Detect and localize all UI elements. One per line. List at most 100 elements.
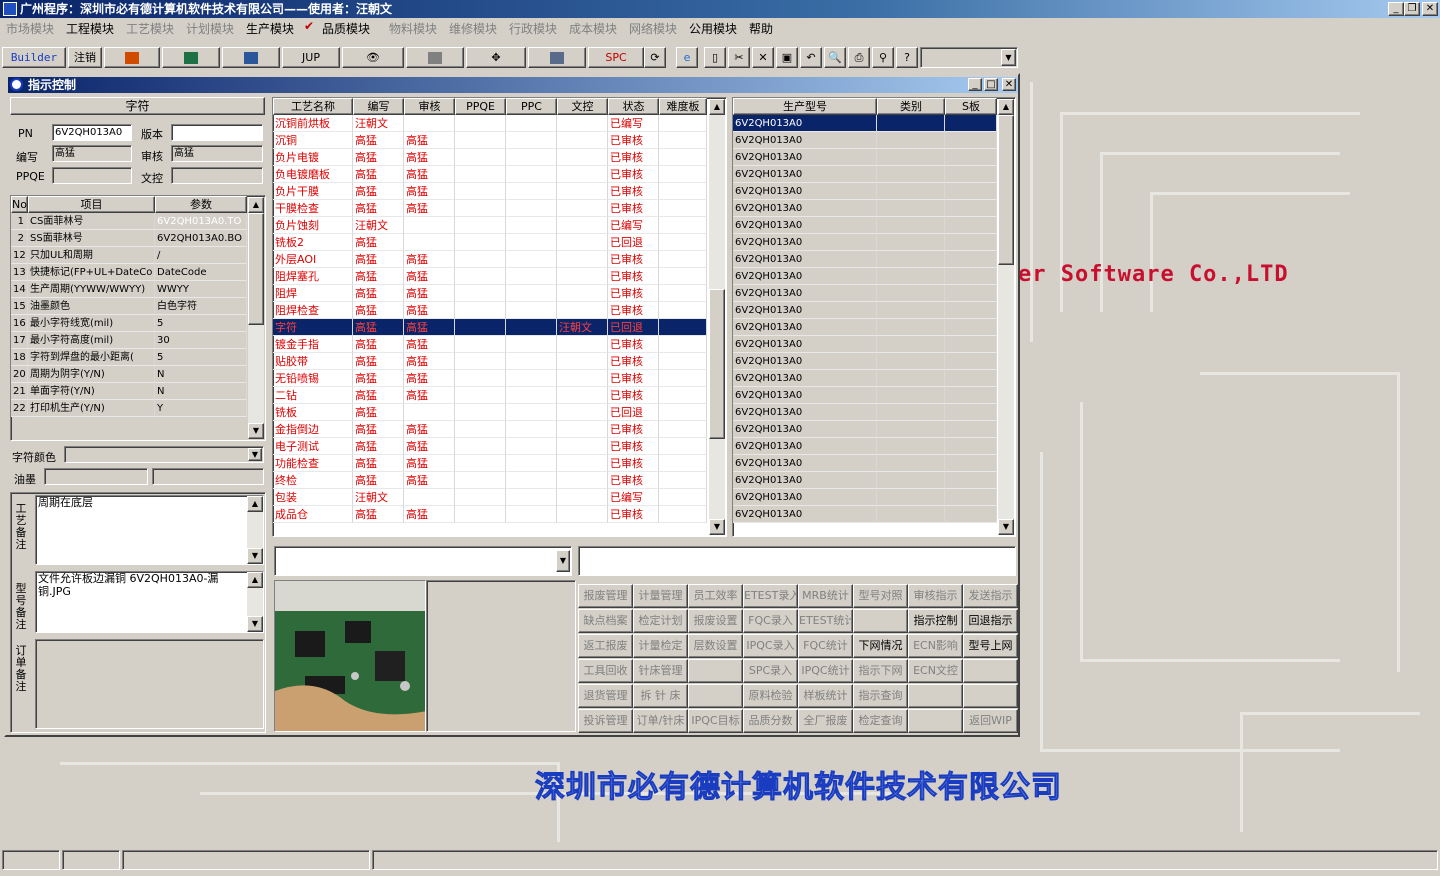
model-cell[interactable]: 6V2QH013A0 (733, 489, 877, 506)
process-cell-doc[interactable] (557, 268, 608, 285)
model-cell-empty[interactable] (945, 387, 997, 404)
function-button[interactable]: 针床管理 (633, 659, 688, 683)
function-button[interactable]: 投诉管理 (578, 709, 633, 733)
process-cell-name[interactable]: 终检 (273, 472, 353, 489)
process-cell[interactable] (455, 200, 506, 217)
process-header[interactable]: PPQE (455, 98, 506, 115)
process-cell-reviewer[interactable] (404, 489, 455, 506)
function-button[interactable]: 指示控制 (908, 609, 963, 633)
process-cell-reviewer[interactable] (404, 115, 455, 132)
model-cell[interactable]: 6V2QH013A0 (733, 183, 877, 200)
cut-button[interactable]: ✂ (728, 47, 750, 68)
model-cell[interactable]: 6V2QH013A0 (733, 149, 877, 166)
model-cell-empty[interactable] (945, 234, 997, 251)
process-cell-doc[interactable] (557, 234, 608, 251)
model-cell[interactable]: 6V2QH013A0 (733, 336, 877, 353)
function-button[interactable]: 原料检验 (743, 684, 798, 708)
model-cell-empty[interactable] (877, 183, 945, 200)
process-cell-name[interactable]: 无铅喷锡 (273, 370, 353, 387)
process-cell-status[interactable]: 已审核 (608, 149, 659, 166)
process-cell-reviewer[interactable]: 高猛 (404, 370, 455, 387)
params-cell-no[interactable]: 21 (11, 383, 28, 400)
process-cell[interactable] (659, 302, 707, 319)
process-cell-status[interactable]: 已审核 (608, 336, 659, 353)
function-button[interactable]: 品质分数 (743, 709, 798, 733)
process-cell-writer[interactable]: 高猛 (353, 183, 404, 200)
process-cell-reviewer[interactable] (404, 404, 455, 421)
function-button[interactable]: 缺点档案 (578, 609, 633, 633)
model-cell[interactable]: 6V2QH013A0 (733, 438, 877, 455)
function-button[interactable]: 审核指示 (908, 584, 963, 608)
model-header[interactable]: S板 (945, 98, 997, 115)
model-cell-empty[interactable] (945, 404, 997, 421)
process-cell-reviewer[interactable]: 高猛 (404, 200, 455, 217)
model-cell-empty[interactable] (877, 200, 945, 217)
process-cell[interactable] (659, 455, 707, 472)
process-cell-writer[interactable]: 高猛 (353, 353, 404, 370)
process-cell-doc[interactable] (557, 251, 608, 268)
params-cell-value[interactable]: DateCode (155, 264, 247, 281)
model-cell-empty[interactable] (945, 166, 997, 183)
process-cell[interactable] (659, 336, 707, 353)
params-cell-no[interactable]: 20 (11, 366, 28, 383)
params-cell-value[interactable]: 白色字符 (155, 298, 247, 315)
params-cell-item[interactable]: 最小字符高度(mil) (28, 332, 155, 349)
model-cell[interactable]: 6V2QH013A0 (733, 387, 877, 404)
function-button[interactable]: FQC录入 (743, 609, 798, 633)
builder-button[interactable]: Builder (2, 47, 66, 68)
process-cell-writer[interactable]: 高猛 (353, 506, 404, 523)
params-cell-value[interactable]: N (155, 366, 247, 383)
model-cell-empty[interactable] (877, 217, 945, 234)
process-cell-doc[interactable] (557, 506, 608, 523)
process-cell-status[interactable]: 已审核 (608, 353, 659, 370)
function-button[interactable]: FQC统计 (798, 634, 853, 658)
process-cell-name[interactable]: 干膜检查 (273, 200, 353, 217)
process-cell-status[interactable]: 已审核 (608, 421, 659, 438)
process-cell[interactable] (659, 506, 707, 523)
process-cell-writer[interactable]: 汪朝文 (353, 115, 404, 132)
process-cell-status[interactable]: 已审核 (608, 268, 659, 285)
model-cell-empty[interactable] (945, 506, 997, 523)
function-button[interactable] (963, 659, 1018, 683)
function-button[interactable]: 回退指示 (963, 609, 1018, 633)
function-button[interactable]: 指示查询 (853, 684, 908, 708)
model-cell-empty[interactable] (877, 438, 945, 455)
process-cell-status[interactable]: 已审核 (608, 166, 659, 183)
model-cell-empty[interactable] (877, 166, 945, 183)
model-cell[interactable]: 6V2QH013A0 (733, 285, 877, 302)
params-cell-item[interactable]: 最小字符线宽(mil) (28, 315, 155, 332)
model-cell-empty[interactable] (877, 115, 945, 132)
model-cell[interactable]: 6V2QH013A0 (733, 251, 877, 268)
process-cell-reviewer[interactable]: 高猛 (404, 438, 455, 455)
process-note-field[interactable]: 周期在底层 ▲ ▼ (35, 495, 264, 565)
model-cell[interactable]: 6V2QH013A0 (733, 200, 877, 217)
process-cell[interactable] (455, 234, 506, 251)
scroll-thumb[interactable] (248, 213, 264, 325)
process-cell[interactable] (455, 421, 506, 438)
model-cell-empty[interactable] (945, 285, 997, 302)
params-cell-item[interactable]: 生产周期(YYWW/WWYY) (28, 281, 155, 298)
model-grid[interactable]: 生产型号 类别 S板 6V2QH013A0 6V2QH013A0 6V2QH013A0 6… (732, 97, 1016, 537)
process-cell-reviewer[interactable] (404, 234, 455, 251)
process-cell[interactable] (506, 455, 557, 472)
process-cell[interactable] (455, 251, 506, 268)
process-cell-status[interactable]: 已审核 (608, 387, 659, 404)
function-button[interactable]: IPQC录入 (743, 634, 798, 658)
process-cell-status[interactable]: 已审核 (608, 472, 659, 489)
process-cell-name[interactable]: 外层AOI (273, 251, 353, 268)
function-button[interactable]: 全厂报废 (798, 709, 853, 733)
process-cell[interactable] (455, 336, 506, 353)
process-cell[interactable] (506, 217, 557, 234)
model-cell-empty[interactable] (877, 404, 945, 421)
params-grid[interactable]: No 项目 参数 1 CS面菲林号 6V2QH013A0.TO 2 SS面菲林号 6V2QH0… (10, 195, 266, 441)
process-cell-reviewer[interactable] (404, 217, 455, 234)
close-icon[interactable]: ✕ (1422, 2, 1438, 16)
function-button[interactable]: 拆 针 床 (633, 684, 688, 708)
params-cell-value[interactable]: 5 (155, 315, 247, 332)
function-button[interactable]: 返回WIP (963, 709, 1018, 733)
model-cell[interactable]: 6V2QH013A0 (733, 319, 877, 336)
process-cell[interactable] (659, 251, 707, 268)
params-header[interactable]: 项目 (28, 196, 155, 213)
process-cell[interactable] (506, 404, 557, 421)
process-cell-reviewer[interactable]: 高猛 (404, 285, 455, 302)
